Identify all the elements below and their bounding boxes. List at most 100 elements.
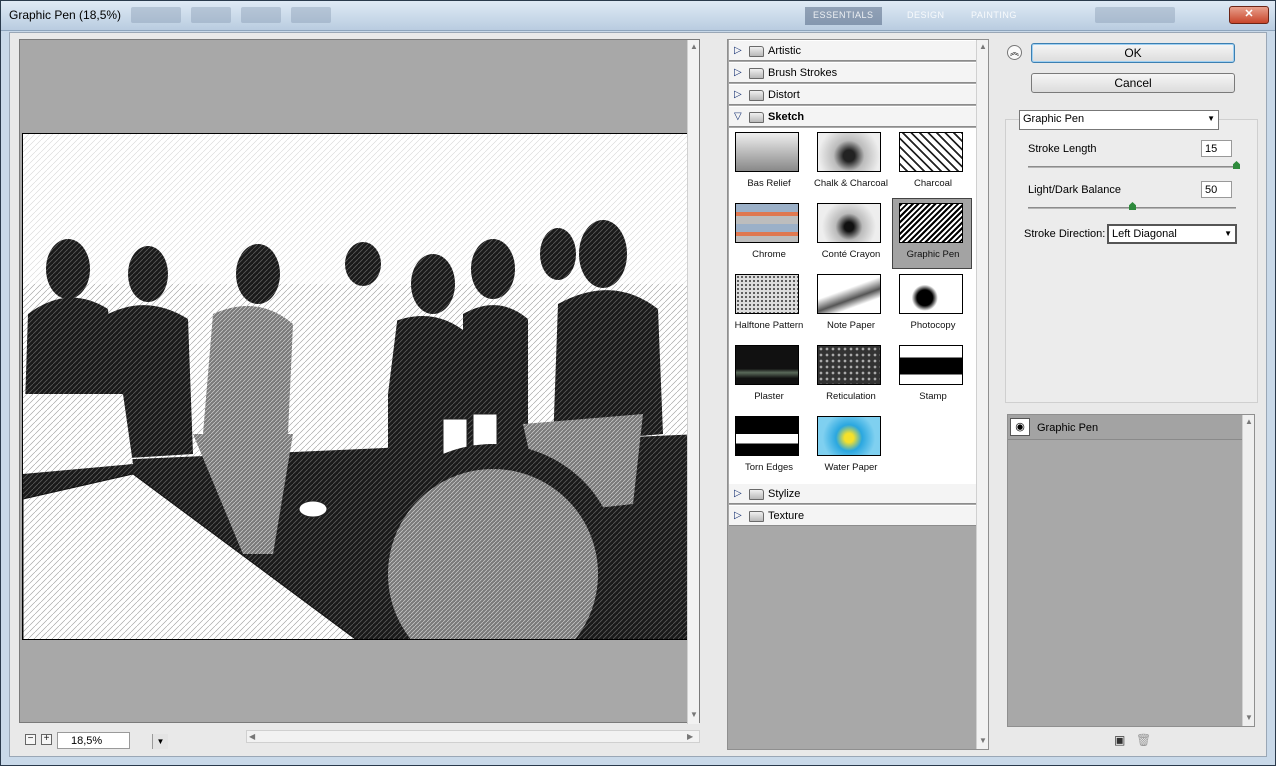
thumb-photocopy[interactable]: Photocopy: [893, 270, 973, 341]
folder-icon: [749, 46, 764, 57]
plaster-preview: [735, 345, 799, 385]
new-layer-icon[interactable]: ▣: [1114, 733, 1125, 747]
folder-icon: [749, 511, 764, 522]
light-dark-balance-slider-knob[interactable]: [1129, 202, 1136, 210]
thumb-plaster[interactable]: Plaster: [729, 341, 809, 412]
scroll-right-icon[interactable]: ▶: [687, 732, 693, 741]
thumb-label: Plaster: [754, 391, 784, 402]
stroke-length-input[interactable]: 15: [1201, 140, 1232, 157]
stamp-preview: [899, 345, 963, 385]
thumb-label: Reticulation: [826, 391, 876, 402]
light-dark-balance-input[interactable]: 50: [1201, 181, 1232, 198]
filter-select[interactable]: Graphic Pen ▼: [1019, 110, 1219, 130]
scroll-down-icon[interactable]: ▼: [1245, 713, 1253, 722]
effect-layer-row[interactable]: ◉ Graphic Pen: [1008, 415, 1242, 440]
expand-arrow-icon[interactable]: ▷: [734, 89, 742, 100]
folder-icon: [749, 489, 764, 500]
ghost-toolbar-item: [191, 7, 231, 23]
category-label: Stylize: [768, 488, 801, 500]
thumb-chalk-charcoal[interactable]: Chalk & Charcoal: [811, 128, 891, 199]
chevron-down-icon[interactable]: ▼: [1224, 229, 1232, 238]
chalk-charcoal-preview: [817, 132, 881, 172]
thumb-label: Photocopy: [910, 320, 956, 331]
preview-vertical-scrollbar[interactable]: ▲ ▼: [687, 40, 699, 724]
filter-settings-panel: Graphic Pen ▼ Stroke Length 15 Light/Dar…: [1005, 110, 1258, 403]
preview-area: ▲ ▼: [19, 39, 700, 724]
thumb-label: Stamp: [919, 391, 947, 402]
torn-edges-preview: [735, 416, 799, 456]
cancel-button[interactable]: Cancel: [1031, 73, 1235, 93]
thumb-chrome[interactable]: Chrome: [729, 199, 809, 270]
close-window-button[interactable]: ✕: [1229, 6, 1269, 24]
expand-arrow-icon[interactable]: ▷: [734, 67, 742, 78]
window-title: Graphic Pen (18,5%): [9, 8, 122, 22]
expand-arrow-icon[interactable]: ▷: [734, 45, 742, 56]
scroll-up-icon[interactable]: ▲: [979, 42, 987, 51]
stroke-length-slider-track[interactable]: [1028, 166, 1236, 168]
conte-crayon-preview: [817, 203, 881, 243]
workspace-tab-essentials: ESSENTIALS: [805, 7, 882, 25]
preview-image[interactable]: [22, 133, 699, 640]
thumb-label: Chrome: [752, 249, 786, 260]
folder-icon: [749, 90, 764, 101]
stroke-length-slider-knob[interactable]: [1233, 161, 1240, 169]
collapse-up-icon[interactable]: ︽: [1007, 45, 1022, 60]
layers-vertical-scrollbar[interactable]: ▲ ▼: [1242, 415, 1254, 726]
category-label: Texture: [768, 510, 805, 522]
thumb-torn-edges[interactable]: Torn Edges: [729, 412, 809, 483]
stroke-direction-select[interactable]: Left Diagonal ▼: [1107, 224, 1237, 244]
title-bar: Graphic Pen (18,5%) ESSENTIALS DESIGN PA…: [1, 1, 1275, 31]
dialog-body: ▲ ▼ − + 18,5% ▼ ◀ ▶ ▷ Artistic ▷ Brush S…: [9, 32, 1267, 757]
zoom-out-button[interactable]: −: [25, 734, 36, 745]
collapse-arrow-icon[interactable]: ▽: [734, 111, 742, 122]
ghost-toolbar-item: [131, 7, 181, 23]
chrome-preview: [735, 203, 799, 243]
eye-icon[interactable]: ◉: [1010, 418, 1030, 436]
trash-icon[interactable]: 🗑: [1136, 733, 1151, 747]
thumb-label: Conté Crayon: [821, 249, 881, 260]
category-artistic[interactable]: ▷ Artistic: [729, 40, 976, 61]
halftone-preview: [735, 274, 799, 314]
expand-arrow-icon[interactable]: ▷: [734, 510, 742, 521]
thumb-graphic-pen[interactable]: Graphic Pen: [892, 198, 972, 269]
ghost-search-field: [1095, 7, 1175, 23]
ghost-toolbar-item: [291, 7, 331, 23]
category-stylize[interactable]: ▷ Stylize: [729, 483, 976, 504]
scroll-up-icon[interactable]: ▲: [690, 42, 698, 51]
category-brush-strokes[interactable]: ▷ Brush Strokes: [729, 62, 976, 83]
thumb-bas-relief[interactable]: Bas Relief: [729, 128, 809, 199]
ghost-toolbar-item: [241, 7, 281, 23]
expand-arrow-icon[interactable]: ▷: [734, 488, 742, 499]
zoom-level-field[interactable]: 18,5% ▼: [57, 732, 168, 749]
chevron-down-icon[interactable]: ▼: [152, 734, 168, 749]
light-dark-balance-label: Light/Dark Balance: [1028, 184, 1121, 196]
category-texture[interactable]: ▷ Texture: [729, 505, 976, 526]
category-label: Brush Strokes: [768, 67, 838, 79]
graphic-pen-photo: [23, 134, 698, 639]
filter-gallery: ▷ Artistic ▷ Brush Strokes ▷ Distort ▽ S…: [727, 39, 989, 750]
category-distort[interactable]: ▷ Distort: [729, 84, 976, 105]
chevron-down-icon[interactable]: ▼: [1207, 114, 1215, 123]
scroll-down-icon[interactable]: ▼: [979, 736, 987, 745]
thumb-halftone-pattern[interactable]: Halftone Pattern: [729, 270, 809, 341]
thumb-conte-crayon[interactable]: Conté Crayon: [811, 199, 891, 270]
stroke-direction-value: Left Diagonal: [1112, 228, 1177, 240]
thumb-reticulation[interactable]: Reticulation: [811, 341, 891, 412]
thumb-stamp[interactable]: Stamp: [893, 341, 973, 412]
effect-layers-panel: ◉ Graphic Pen ▲ ▼: [1007, 414, 1255, 727]
gallery-vertical-scrollbar[interactable]: ▲ ▼: [976, 40, 988, 749]
thumb-label: Note Paper: [826, 320, 876, 331]
thumb-charcoal[interactable]: Charcoal: [893, 128, 973, 199]
zoom-in-button[interactable]: +: [41, 734, 52, 745]
scroll-up-icon[interactable]: ▲: [1245, 417, 1253, 426]
category-sketch[interactable]: ▽ Sketch: [729, 106, 976, 127]
scroll-down-icon[interactable]: ▼: [690, 710, 698, 719]
preview-horizontal-scrollbar[interactable]: ◀ ▶: [246, 730, 700, 743]
thumb-water-paper[interactable]: Water Paper: [811, 412, 891, 483]
thumb-note-paper[interactable]: Note Paper: [811, 270, 891, 341]
scroll-left-icon[interactable]: ◀: [249, 732, 255, 741]
thumb-label: Torn Edges: [744, 462, 794, 473]
category-label: Artistic: [768, 45, 801, 57]
thumb-label: Charcoal: [913, 178, 953, 189]
ok-button[interactable]: OK: [1031, 43, 1235, 63]
